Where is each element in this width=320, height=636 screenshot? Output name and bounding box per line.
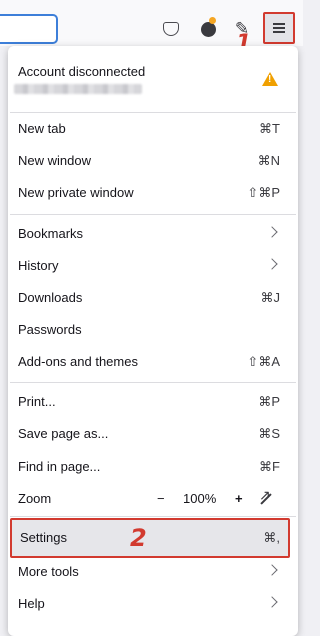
zoom-reset-button[interactable]: 100%	[183, 491, 216, 506]
menu-item-print[interactable]: Print... ⌘P	[8, 386, 298, 418]
chevron-right-icon	[266, 596, 278, 608]
shortcut-label: ⌘N	[257, 153, 280, 168]
menu-item-label: New private window	[18, 185, 134, 200]
menu-item-more-tools[interactable]: More tools	[8, 556, 298, 588]
menu-item-find-in-page[interactable]: Find in page... ⌘F	[8, 451, 298, 483]
menu-item-label: Passwords	[18, 322, 82, 337]
shortcut-label: ⇧⌘A	[247, 354, 280, 369]
menu-item-label: More tools	[18, 564, 79, 579]
shortcut-label: ⌘S	[258, 426, 280, 441]
account-status[interactable]: Account disconnected	[8, 46, 298, 106]
zoom-out-button[interactable]: −	[157, 491, 165, 506]
menu-item-label: Add-ons and themes	[18, 354, 138, 369]
pocket-icon[interactable]	[160, 18, 182, 40]
zoom-in-button[interactable]: +	[235, 491, 243, 506]
menu-item-label: Save page as...	[18, 426, 109, 441]
menu-item-label: New tab	[18, 121, 66, 136]
url-bar[interactable]	[0, 14, 58, 44]
chevron-right-icon	[266, 226, 278, 238]
separator	[10, 516, 296, 517]
shortcut-label: ⌘J	[260, 290, 281, 305]
menu-item-new-window[interactable]: New window ⌘N	[8, 145, 298, 177]
menu-icon	[273, 23, 285, 33]
shortcut-label: ⌘T	[259, 121, 280, 136]
browser-toolbar: ✎	[0, 0, 303, 46]
account-warning-dot-icon	[209, 17, 216, 24]
shortcut-label: ⌘F	[259, 459, 280, 474]
app-menu-panel: Account disconnected New tab ⌘T New wind…	[8, 46, 298, 636]
menu-item-label: Bookmarks	[18, 226, 84, 241]
menu-item-label: Print...	[18, 394, 56, 409]
step-annotation-2: 2	[130, 524, 147, 552]
menu-item-help[interactable]: Help	[8, 588, 298, 620]
menu-item-label: Downloads	[18, 290, 83, 305]
menu-item-label: Zoom	[18, 491, 52, 506]
menu-item-settings[interactable]: Settings ⌘,	[10, 518, 290, 558]
menu-item-addons[interactable]: Add-ons and themes ⇧⌘A	[8, 346, 298, 378]
chevron-right-icon	[266, 564, 278, 576]
menu-item-label: New window	[18, 153, 91, 168]
shortcut-label: ⇧⌘P	[247, 185, 280, 200]
menu-item-new-tab[interactable]: New tab ⌘T	[8, 113, 298, 145]
shortcut-label: ⌘,	[263, 530, 280, 545]
menu-item-zoom: Zoom − 100% +	[8, 483, 298, 515]
menu-item-bookmarks[interactable]: Bookmarks	[8, 218, 298, 250]
fullscreen-icon[interactable]	[259, 487, 272, 505]
menu-item-label: History	[18, 258, 59, 273]
menu-item-label: Find in page...	[18, 459, 101, 474]
menu-item-label: Settings	[20, 530, 67, 545]
menu-item-passwords[interactable]: Passwords	[8, 314, 298, 346]
menu-item-history[interactable]: History	[8, 250, 298, 282]
open-menu-button[interactable]	[263, 12, 295, 44]
menu-item-save-page[interactable]: Save page as... ⌘S	[8, 418, 298, 450]
account-title: Account disconnected	[18, 64, 146, 79]
menu-item-new-private-window[interactable]: New private window ⇧⌘P	[8, 177, 298, 209]
shortcut-label: ⌘P	[258, 394, 280, 409]
account-email-redacted	[14, 84, 142, 94]
chevron-right-icon	[266, 258, 278, 270]
menu-item-downloads[interactable]: Downloads ⌘J	[8, 282, 298, 314]
menu-item-label: Help	[18, 596, 45, 611]
separator	[10, 382, 296, 383]
separator	[10, 214, 296, 215]
warning-icon	[262, 72, 278, 86]
